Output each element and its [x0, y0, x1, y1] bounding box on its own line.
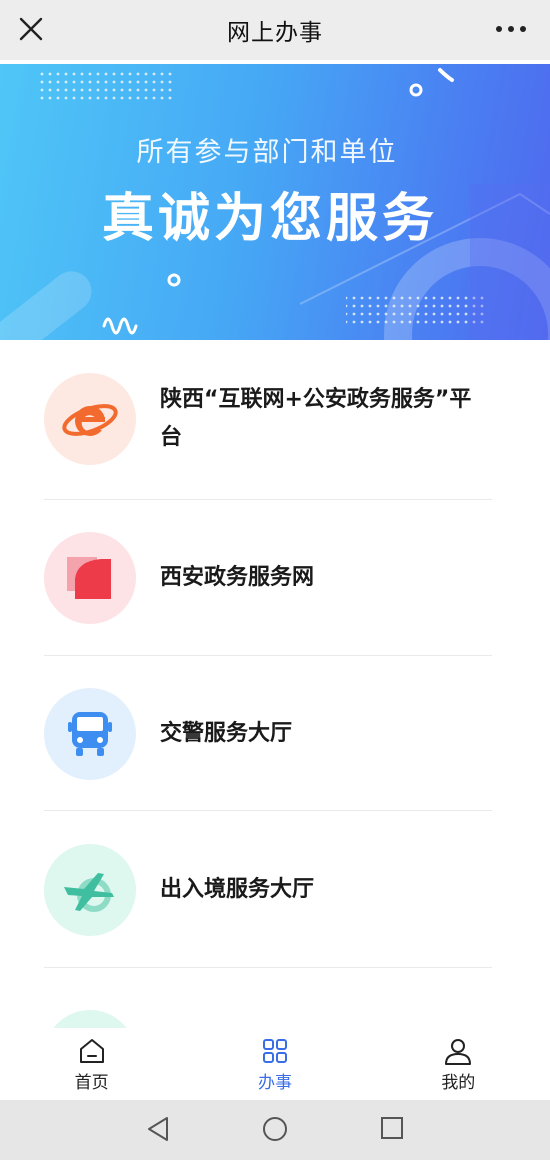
back-triangle-icon: [148, 1117, 168, 1141]
tab-label: 我的: [441, 1073, 476, 1093]
close-button[interactable]: [18, 16, 44, 42]
item-label: 西安政务服务网: [160, 565, 315, 590]
divider: [44, 967, 492, 968]
recents-button[interactable]: [380, 1116, 404, 1144]
title-bar: 网上办事: [0, 0, 550, 60]
item-icon-bg: [44, 687, 136, 780]
item-icon-bg: [44, 532, 136, 624]
ie-browser-icon: [62, 404, 118, 436]
home-icon: [79, 1039, 104, 1063]
tab-label: 首页: [74, 1073, 109, 1093]
user-icon: [445, 1039, 472, 1065]
more-icon: [496, 26, 526, 32]
banner-subtitle: 所有参与部门和单位: [136, 137, 398, 168]
list-item-xian-gov-service[interactable]: 西安政务服务网: [44, 500, 492, 656]
bus-icon: [68, 711, 112, 756]
xian-gov-icon: [67, 557, 111, 599]
list-item-immigration-hall[interactable]: 出入境服务大厅: [44, 811, 492, 968]
item-label: 出入境服务大厅: [160, 876, 315, 902]
tab-mine[interactable]: 我的: [367, 1028, 550, 1100]
item-icon-bg: [44, 373, 136, 465]
home-nav-button[interactable]: [262, 1116, 288, 1146]
item-icon-bg: [44, 1010, 136, 1028]
list-item-shaanxi-police-platform[interactable]: 陕西“互联网+公安政务服务”平台: [44, 362, 492, 500]
service-list: 陕西“互联网+公安政务服务”平台 西安政务服务网 交警服务大厅 出入境服务大厅: [0, 340, 550, 1028]
item-label: 交警服务大厅: [160, 720, 293, 746]
back-button[interactable]: [146, 1116, 170, 1146]
page-title: 网上办事: [227, 20, 323, 46]
list-item-partial[interactable]: [44, 986, 492, 1028]
tab-services[interactable]: 办事: [183, 1028, 366, 1100]
recents-square-icon: [381, 1117, 403, 1139]
grid-icon: [262, 1039, 287, 1063]
home-circle-icon: [263, 1117, 287, 1141]
close-icon: [19, 17, 43, 41]
bottom-tab-bar: 首页 办事 我的: [0, 1028, 550, 1100]
system-nav-bar: [0, 1100, 550, 1160]
tab-label: 办事: [257, 1073, 292, 1093]
item-label: 陕西“互联网+公安政务服务”平台: [160, 387, 472, 450]
list-item-traffic-police-hall[interactable]: 交警服务大厅: [44, 656, 492, 811]
banner-headline: 真诚为您服务: [101, 189, 438, 249]
promo-banner: 所有参与部门和单位 真诚为您服务: [0, 64, 550, 340]
item-icon-bg: [44, 843, 136, 936]
airplane-icon: [64, 872, 114, 912]
tab-home[interactable]: 首页: [0, 1028, 183, 1100]
more-button[interactable]: [494, 18, 528, 40]
